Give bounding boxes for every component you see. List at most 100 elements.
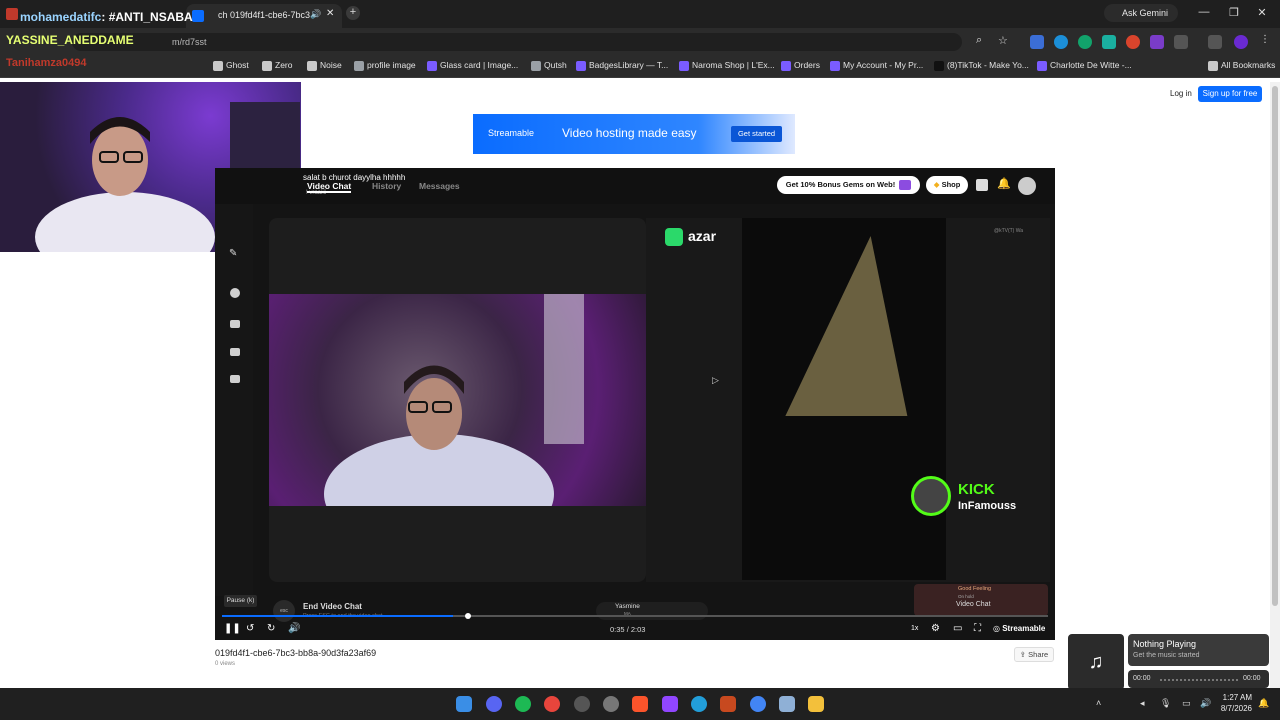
bookmark-item[interactable]: BadgesLibrary — T... [589, 60, 668, 70]
reading-list-icon[interactable] [1208, 35, 1222, 49]
chrome-profile-icon[interactable] [750, 696, 766, 712]
settings-gear-icon[interactable]: ⚙ [931, 623, 940, 634]
music-title: Nothing Playing [1133, 639, 1197, 649]
bookmark-item[interactable]: Glass card | Image... [440, 60, 518, 70]
store-icon[interactable] [976, 179, 988, 191]
extension-icon[interactable] [1054, 35, 1068, 49]
user-avatar[interactable] [1018, 177, 1036, 195]
url-text: m/rd7sst [172, 37, 207, 47]
fullscreen-icon[interactable]: ⛶ [974, 623, 981, 634]
bookmark-item[interactable]: (8)TikTok - Make Yo... [947, 60, 1029, 70]
layout-grid-icon[interactable] [230, 375, 240, 383]
get-started-button[interactable]: Get started [731, 126, 782, 142]
azar-brand: azar [688, 228, 717, 244]
rewind-icon[interactable]: ↺ [246, 623, 254, 634]
tab-messages[interactable]: Messages [419, 181, 460, 191]
maximize-icon[interactable]: ❐ [1226, 6, 1242, 19]
site-icon [830, 61, 840, 71]
mini-label: Video Chat [956, 601, 991, 608]
bookmark-item[interactable]: Qutsh [544, 60, 567, 70]
windows-start-icon[interactable] [456, 696, 472, 712]
progress-fill [222, 615, 454, 617]
progress-knob[interactable] [465, 613, 471, 619]
tab-video-chat[interactable]: Video Chat [307, 181, 352, 193]
file-explorer-icon[interactable] [808, 696, 824, 712]
discord-icon[interactable] [486, 696, 502, 712]
twitch-icon[interactable] [662, 696, 678, 712]
remote-desktop-icon[interactable] [779, 696, 795, 712]
site-icon [576, 61, 586, 71]
folder-icon [262, 61, 272, 71]
site-icon [1037, 61, 1047, 71]
profile-avatar[interactable] [1234, 35, 1248, 49]
search-icon[interactable]: ⌕ [976, 34, 982, 47]
tray-chevron-icon[interactable]: ˄ [1096, 698, 1101, 708]
bookmark-item[interactable]: Naroma Shop | L'Ex... [692, 60, 775, 70]
taskbar-clock[interactable]: 1:27 AM 8/7/2026 [1214, 692, 1252, 714]
share-button[interactable]: ⇪ Share [1014, 647, 1054, 662]
mini-title: Good Feeling [958, 586, 992, 592]
volume-icon[interactable]: 🔊 [288, 623, 300, 634]
microphone-icon[interactable]: 🎙 [1160, 698, 1171, 709]
folder-icon [213, 61, 223, 71]
shop-button[interactable]: ◆ Shop [926, 176, 968, 194]
bookmark-item[interactable]: Noise [320, 60, 342, 70]
address-bar[interactable]: m/rd7sst [72, 33, 962, 51]
layout-stack-icon[interactable] [230, 348, 240, 356]
bookmark-item[interactable]: profile image [367, 60, 416, 70]
bookmark-item[interactable]: Orders [794, 60, 820, 70]
signup-button[interactable]: Sign up for free [1198, 86, 1262, 102]
brave-icon[interactable] [632, 696, 648, 712]
tray-icon[interactable]: ◂ [1140, 698, 1145, 709]
network-icon[interactable]: ▭ [1182, 698, 1191, 709]
kick-username: InFamouss [958, 500, 1017, 512]
bookmark-item[interactable]: All Bookmarks [1221, 60, 1275, 70]
bookmark-item[interactable]: My Account - My Pr... [843, 60, 923, 70]
scrollbar-thumb[interactable] [1272, 86, 1278, 606]
extension-icon[interactable] [1126, 35, 1140, 49]
ask-gemini-button[interactable]: Ask Gemini [1104, 4, 1178, 22]
chat-username: mohamedatifc: #ANTI_NSABA [20, 10, 193, 24]
tab-history[interactable]: History [372, 181, 401, 191]
notification-bell-icon[interactable]: 🔔 [1258, 698, 1269, 709]
extension-icon[interactable] [1078, 35, 1092, 49]
menu-kebab-icon[interactable]: ⋮ [1260, 34, 1270, 45]
chrome-icon[interactable] [544, 696, 560, 712]
partner-bar [596, 602, 708, 620]
layout-split-icon[interactable] [230, 320, 240, 328]
spotify-icon[interactable] [515, 696, 531, 712]
obs-icon[interactable] [574, 696, 590, 712]
extensions-puzzle-icon[interactable] [1174, 35, 1188, 49]
speed-button[interactable]: 1x [911, 625, 918, 632]
extension-icon[interactable] [1030, 35, 1044, 49]
time-display: 0:35 / 2:03 [610, 625, 646, 634]
bookmark-item[interactable]: Charlotte De Witte -... [1050, 60, 1132, 70]
close-window-icon[interactable]: ✕ [1254, 6, 1270, 19]
bookmark-item[interactable]: Zero [275, 60, 292, 70]
globe-icon [354, 61, 364, 71]
telegram-icon[interactable] [691, 696, 707, 712]
music-time-start: 00:00 [1133, 675, 1151, 682]
login-link[interactable]: Log in [1170, 89, 1192, 98]
magic-wand-icon[interactable]: ✎ [229, 248, 237, 259]
close-tab-icon[interactable]: ✕ [326, 8, 334, 19]
music-seek-bar[interactable] [1160, 679, 1238, 681]
bell-icon[interactable]: 🔔 [997, 177, 1011, 190]
filter-icon[interactable] [230, 288, 240, 298]
app-icon[interactable] [603, 696, 619, 712]
esc-button[interactable]: esc [273, 600, 295, 622]
music-note-icon: ♫ [1068, 634, 1124, 690]
bookmark-star-icon[interactable]: ☆ [998, 34, 1008, 47]
app-icon[interactable] [720, 696, 736, 712]
pip-icon[interactable]: ▭ [953, 623, 962, 634]
speaker-icon[interactable]: 🔊 [310, 9, 321, 20]
extension-icon[interactable] [1102, 35, 1116, 49]
pause-icon[interactable]: ❚❚ [224, 623, 241, 634]
minimize-icon[interactable]: — [1196, 6, 1212, 18]
bookmark-item[interactable]: Ghost [226, 60, 249, 70]
forward-icon[interactable]: ↻ [267, 623, 275, 634]
new-tab-button[interactable]: + [346, 6, 360, 20]
extension-icon[interactable] [1150, 35, 1164, 49]
speaker-tray-icon[interactable]: 🔊 [1200, 698, 1211, 709]
streamable-player-brand[interactable]: ◎ Streamable [993, 624, 1045, 633]
